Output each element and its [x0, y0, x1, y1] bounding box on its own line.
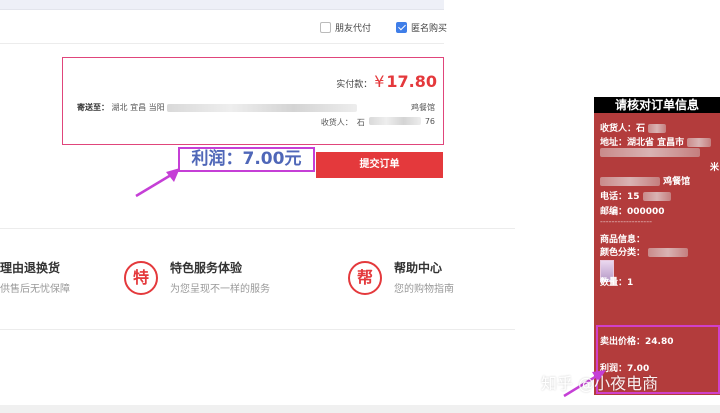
- panel-receiver-text: 收货人：石: [600, 124, 646, 134]
- panel-title: 请核对订单信息: [594, 97, 720, 113]
- pay-amount-line: 实付款： ¥ 17.80: [336, 72, 437, 91]
- panel-quantity: 数量：1: [600, 278, 634, 288]
- panel-address-line3: 鸡餐馆: [600, 174, 690, 187]
- service-subtitle: 供售后无忧保障: [0, 284, 70, 295]
- shipping-address: 寄送至： 湖北 宜昌 当阳: [77, 102, 358, 113]
- anonymous-buy-checkbox[interactable]: [396, 22, 407, 33]
- panel-color-category: 颜色分类：: [600, 245, 689, 258]
- redacted: [642, 192, 671, 201]
- panel-address-line2: [600, 148, 700, 158]
- redacted: [600, 148, 700, 157]
- service-special[interactable]: 特色服务体验 为您呈现不一样的服务: [170, 259, 270, 295]
- service-subtitle: 您的购物指南: [394, 284, 454, 295]
- service-subtitle: 为您呈现不一样的服务: [170, 284, 270, 295]
- redacted: [600, 177, 660, 186]
- anonymous-buy-option[interactable]: 匿名购买: [396, 21, 447, 34]
- bottom-strip: [0, 405, 720, 413]
- service-help[interactable]: 帮助中心 您的购物指南: [394, 259, 454, 295]
- submit-order-button[interactable]: 提交订单: [316, 152, 443, 178]
- anonymous-buy-label: 匿名购买: [411, 24, 448, 34]
- panel-product-info: 商品信息：: [600, 235, 646, 245]
- panel-postcode: 邮编：000000: [600, 207, 665, 217]
- panel-phone: 电话：15: [600, 189, 671, 202]
- service-title: 理由退换货: [0, 261, 61, 275]
- pay-label: 实付款：: [336, 80, 373, 90]
- receiver-name: 石: [356, 118, 365, 127]
- panel-divider: ------------------: [600, 217, 652, 226]
- special-service-icon: 特: [124, 261, 158, 295]
- zhihu-watermark: 知乎 @小夜电商: [541, 374, 659, 393]
- service-title: 特色服务体验: [170, 261, 243, 275]
- profit-annotation: 利润：7.00元: [178, 147, 315, 172]
- redacted: [687, 138, 712, 147]
- friend-pay-option[interactable]: 朋友代付: [320, 21, 371, 34]
- redacted-receiver: [368, 117, 421, 125]
- currency-symbol: ¥: [374, 72, 385, 91]
- help-center-icon: 帮: [348, 261, 382, 295]
- service-returns[interactable]: 理由退换货 供售后无忧保障: [0, 259, 70, 295]
- ship-label: 寄送至：: [77, 103, 109, 112]
- redacted: [648, 248, 689, 257]
- service-guarantees: 理由退换货 供售后无忧保障 特 特色服务体验 为您呈现不一样的服务 帮 帮助中心…: [0, 228, 515, 330]
- top-strip: [0, 0, 444, 10]
- ship-region: 湖北 宜昌 当阳: [111, 103, 165, 112]
- panel-receiver: 收货人：石: [600, 121, 667, 134]
- panel-address-end1: 米: [710, 163, 720, 173]
- annotation-arrow-icon: [135, 168, 180, 198]
- service-title: 帮助中心: [394, 261, 443, 275]
- panel-address-text: 地址：湖北省 宜昌市: [600, 138, 685, 148]
- receiver-line: 收货人： 石 76: [321, 117, 435, 128]
- payment-options-row: 朋友代付 匿名购买: [0, 10, 447, 44]
- panel-address-end2: 鸡餐馆: [663, 177, 691, 187]
- panel-phone-text: 电话：15: [600, 192, 640, 202]
- panel-address: 地址：湖北省 宜昌市: [600, 135, 712, 148]
- redacted: [648, 124, 667, 133]
- receiver-label: 收货人：: [320, 118, 353, 127]
- ship-tail: 鸡餐馆: [411, 103, 435, 112]
- friend-pay-label: 朋友代付: [335, 24, 372, 34]
- panel-color-text: 颜色分类：: [600, 248, 646, 258]
- order-summary-box: 实付款： ¥ 17.80 寄送至： 湖北 宜昌 当阳 鸡餐馆 收货人： 石 76: [62, 57, 444, 145]
- pay-amount: 17.80: [386, 72, 437, 91]
- friend-pay-checkbox[interactable]: [320, 22, 331, 33]
- redacted-address: [167, 103, 358, 112]
- receiver-tail: 76: [424, 117, 435, 126]
